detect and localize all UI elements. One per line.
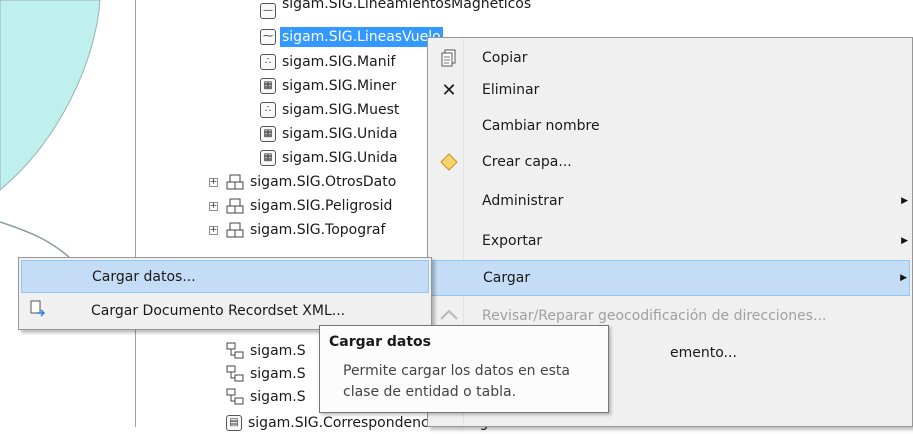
tree-item[interactable]: + sigam.SIG.Topograf xyxy=(209,219,387,241)
copy-icon xyxy=(438,47,460,69)
layer-diamond-icon xyxy=(438,151,460,173)
feature-dataset-icon xyxy=(226,198,244,214)
tree-item[interactable]: ▦ sigam.SIG.Unida xyxy=(260,123,400,145)
tooltip: Cargar datos Permite cargar los datos en… xyxy=(319,325,609,413)
polygon-feature-class-icon: ▦ xyxy=(260,78,276,94)
tree-item-selected[interactable]: ⁓ sigam.SIG.LineasVuelo xyxy=(260,26,443,48)
expand-icon[interactable]: + xyxy=(209,201,218,211)
menu-item-exportar[interactable]: Exportar ▶ xyxy=(430,223,910,259)
tree-item[interactable]: ▦ sigam.SIG.Miner xyxy=(260,75,398,97)
tooltip-body: Permite cargar los datos en esta clase d… xyxy=(343,363,570,400)
expand-icon[interactable]: + xyxy=(209,177,218,187)
tooltip-title: Cargar datos xyxy=(329,334,431,350)
delete-x-icon: ✕ xyxy=(441,79,457,101)
expand-icon[interactable]: + xyxy=(209,225,218,235)
polygon-feature-class-icon: ▦ xyxy=(260,150,276,166)
relationship-class-icon xyxy=(226,388,244,405)
menu-item-administrar[interactable]: Administrar ▶ xyxy=(430,183,910,219)
menu-item-copiar[interactable]: Copiar xyxy=(430,40,910,76)
polygon-feature-class-icon: ▦ xyxy=(260,126,276,142)
xml-load-icon xyxy=(29,300,47,322)
line-feature-class-icon: ⁓ xyxy=(260,29,276,45)
submenu-arrow-icon: ▶ xyxy=(901,236,908,246)
submenu-item-cargar-datos[interactable]: Cargar datos... xyxy=(21,260,429,293)
menu-item-crear-capa[interactable]: Crear capa... xyxy=(430,144,910,180)
map-polygon xyxy=(0,0,101,259)
point-feature-class-icon: ∴ xyxy=(260,54,276,70)
feature-dataset-icon xyxy=(226,174,244,190)
relationship-class-icon xyxy=(226,342,244,359)
tree-item[interactable]: sigam.S xyxy=(226,363,308,385)
submenu-arrow-icon: ▶ xyxy=(900,273,907,283)
submenu-arrow-icon: ▶ xyxy=(901,196,908,206)
tree-item[interactable]: ▦ sigam.SIG.Unida xyxy=(260,147,400,169)
menu-item-cargar[interactable]: Cargar ▶ xyxy=(430,260,910,296)
relationship-class-icon xyxy=(226,365,244,382)
geocode-icon xyxy=(438,305,460,327)
menu-item-cambiar-nombre[interactable]: Cambiar nombre xyxy=(430,108,910,144)
map-view[interactable] xyxy=(0,0,136,427)
tree-item[interactable]: — sigam.SIG.LineamientosMagneticos xyxy=(260,0,533,22)
cargar-submenu: Cargar datos... Cargar Documento Records… xyxy=(18,257,432,330)
tree-item[interactable]: ∴ sigam.SIG.Muest xyxy=(260,99,401,121)
table-icon: ▤ xyxy=(226,415,242,431)
tree-item[interactable]: sigam.S xyxy=(226,386,308,408)
tree-item[interactable]: + sigam.SIG.Peligrosid xyxy=(209,195,394,217)
point-feature-class-icon: ∴ xyxy=(260,102,276,118)
submenu-item-cargar-documento-xml[interactable]: Cargar Documento Recordset XML... xyxy=(21,294,429,327)
menu-item-eliminar[interactable]: ✕ Eliminar xyxy=(430,72,910,108)
tree-item[interactable]: ∴ sigam.SIG.Manif xyxy=(260,51,397,73)
tree-item[interactable]: sigam.S xyxy=(226,340,308,362)
feature-dataset-icon xyxy=(226,222,244,238)
tree-item[interactable]: + sigam.SIG.OtrosDato xyxy=(209,171,398,193)
line-feature-class-icon: — xyxy=(260,3,276,19)
